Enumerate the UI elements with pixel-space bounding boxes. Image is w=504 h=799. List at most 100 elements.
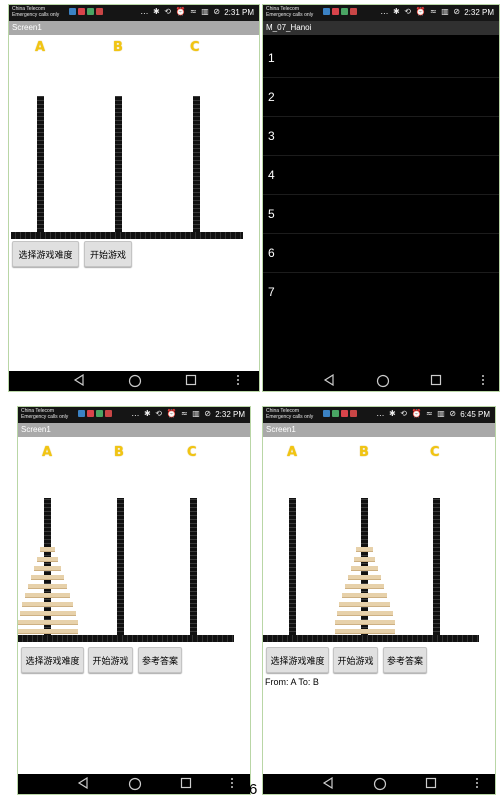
select-difficulty-button[interactable]: 选择游戏难度 bbox=[21, 647, 84, 673]
peg-label-c: C bbox=[430, 445, 440, 460]
peg-base bbox=[18, 635, 234, 642]
disc bbox=[28, 584, 67, 589]
disc bbox=[18, 620, 78, 625]
notification-icons bbox=[323, 8, 357, 15]
phone-screen-3: China Telecom Emergency calls only … ✱ ⟲ … bbox=[17, 406, 251, 795]
back-icon[interactable] bbox=[323, 374, 335, 386]
peg-label-b: B bbox=[359, 445, 369, 460]
disc bbox=[337, 611, 393, 616]
clock: 2:32 PM bbox=[464, 8, 494, 17]
recents-icon[interactable] bbox=[185, 374, 197, 386]
disc bbox=[37, 557, 58, 562]
peg-label-a: A bbox=[35, 40, 46, 55]
peg-b bbox=[117, 498, 124, 635]
menu-dots-icon[interactable] bbox=[230, 777, 234, 789]
peg-label-a: A bbox=[287, 445, 298, 460]
carrier-text: China Telecom Emergency calls only bbox=[266, 408, 314, 420]
peg-label-a: A bbox=[42, 445, 53, 460]
disc bbox=[351, 566, 378, 571]
status-bar: China Telecom Emergency calls only … ✱ ⟲ … bbox=[9, 5, 259, 21]
disc bbox=[345, 584, 384, 589]
list-item[interactable]: 5 bbox=[263, 195, 499, 234]
menu-dots-icon[interactable] bbox=[481, 374, 485, 386]
peg-c bbox=[433, 498, 440, 635]
disc bbox=[335, 620, 395, 625]
peg-label-b: B bbox=[114, 445, 124, 460]
clock: 2:31 PM bbox=[224, 8, 254, 17]
list-item[interactable]: 1 bbox=[263, 39, 499, 78]
peg-label-c: C bbox=[190, 40, 200, 55]
home-icon[interactable] bbox=[128, 374, 142, 388]
back-icon[interactable] bbox=[73, 374, 85, 386]
home-icon[interactable] bbox=[373, 777, 387, 791]
home-icon[interactable] bbox=[128, 777, 142, 791]
nav-bar bbox=[18, 774, 250, 794]
clock: 6:45 PM bbox=[460, 410, 490, 419]
list-item[interactable]: 3 bbox=[263, 117, 499, 156]
disc bbox=[22, 602, 73, 607]
notification-icons bbox=[78, 410, 112, 417]
back-icon[interactable] bbox=[77, 777, 89, 789]
carrier-text: China Telecom Emergency calls only bbox=[12, 6, 60, 18]
back-icon[interactable] bbox=[322, 777, 334, 789]
recents-icon[interactable] bbox=[180, 777, 192, 789]
start-game-button[interactable]: 开始游戏 bbox=[333, 647, 378, 673]
phone-screen-1: China Telecom Emergency calls only … ✱ ⟲ … bbox=[8, 4, 260, 392]
system-status-icons: … ✱ ⟲ ⏰ ≈ ▥ ⊘ bbox=[376, 409, 457, 418]
disc bbox=[18, 629, 78, 634]
nav-bar bbox=[263, 371, 499, 391]
title-bar: M_07_Hanoi bbox=[263, 21, 499, 35]
phone-screen-4: China Telecom Emergency calls only … ✱ ⟲ … bbox=[262, 406, 496, 795]
disc bbox=[20, 611, 76, 616]
title-bar: Screen1 bbox=[18, 423, 250, 437]
disc bbox=[335, 629, 395, 634]
notification-icons bbox=[323, 410, 357, 417]
peg-label-c: C bbox=[187, 445, 197, 460]
page-number: 6 bbox=[249, 781, 258, 798]
disc bbox=[34, 566, 61, 571]
nav-bar bbox=[9, 371, 259, 391]
phone-screen-2: China Telecom Emergency calls only … ✱ ⟲ … bbox=[262, 4, 500, 392]
status-bar: China Telecom Emergency calls only … ✱ ⟲ … bbox=[263, 5, 499, 21]
recents-icon[interactable] bbox=[430, 374, 442, 386]
peg-c bbox=[190, 498, 197, 635]
peg-a bbox=[37, 96, 44, 232]
peg-base bbox=[263, 635, 479, 642]
disc bbox=[342, 593, 387, 598]
list-item[interactable]: 6 bbox=[263, 234, 499, 273]
menu-dots-icon[interactable] bbox=[236, 374, 240, 386]
menu-dots-icon[interactable] bbox=[475, 777, 479, 789]
select-difficulty-button[interactable]: 选择游戏难度 bbox=[12, 241, 79, 267]
disc bbox=[354, 557, 375, 562]
move-instruction: From: A To: B bbox=[265, 677, 319, 687]
peg-a bbox=[289, 498, 296, 635]
clock: 2:32 PM bbox=[215, 410, 245, 419]
system-status-icons: … ✱ ⟲ ⏰ ≈ ▥ ⊘ bbox=[380, 7, 461, 16]
system-status-icons: … ✱ ⟲ ⏰ ≈ ▥ ⊘ bbox=[140, 7, 221, 16]
select-difficulty-button[interactable]: 选择游戏难度 bbox=[266, 647, 329, 673]
nav-bar bbox=[263, 774, 495, 794]
list-item[interactable]: 2 bbox=[263, 78, 499, 117]
title-bar: Screen1 bbox=[9, 21, 259, 35]
reference-answer-button[interactable]: 参考答案 bbox=[383, 647, 427, 673]
title-bar: Screen1 bbox=[263, 423, 495, 437]
peg-label-b: B bbox=[113, 40, 123, 55]
list-item[interactable]: 4 bbox=[263, 156, 499, 195]
disc bbox=[348, 575, 381, 580]
recents-icon[interactable] bbox=[425, 777, 437, 789]
start-game-button[interactable]: 开始游戏 bbox=[88, 647, 133, 673]
list-item[interactable]: 7 bbox=[263, 273, 499, 312]
disc bbox=[356, 547, 373, 552]
notification-icons bbox=[69, 8, 103, 15]
disc bbox=[339, 602, 390, 607]
disc bbox=[25, 593, 70, 598]
peg-b bbox=[115, 96, 122, 232]
start-game-button[interactable]: 开始游戏 bbox=[84, 241, 132, 267]
carrier-text: China Telecom Emergency calls only bbox=[21, 408, 69, 420]
status-bar: China Telecom Emergency calls only … ✱ ⟲ … bbox=[263, 407, 495, 423]
status-bar: China Telecom Emergency calls only … ✱ ⟲ … bbox=[18, 407, 250, 423]
reference-answer-button[interactable]: 参考答案 bbox=[138, 647, 182, 673]
peg-base bbox=[11, 232, 243, 239]
system-status-icons: … ✱ ⟲ ⏰ ≈ ▥ ⊘ bbox=[131, 409, 212, 418]
home-icon[interactable] bbox=[376, 374, 390, 388]
